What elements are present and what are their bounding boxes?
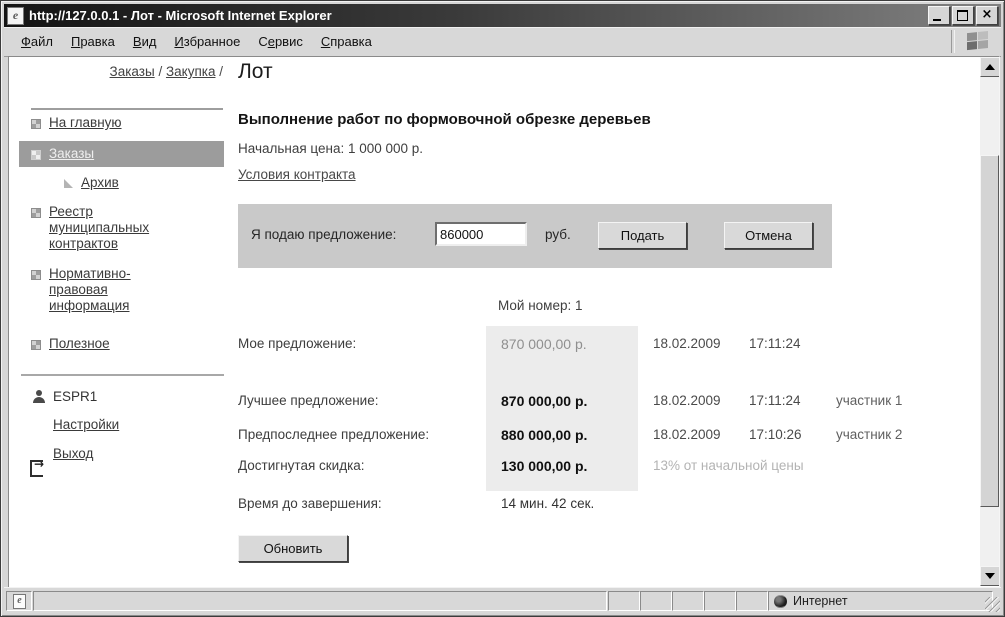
- row-time: 17:11:24: [749, 393, 801, 408]
- row-value: 130 000,00 р.: [501, 458, 588, 474]
- window-title: http://127.0.0.1 - Лот - Microsoft Inter…: [29, 8, 332, 23]
- bullet-icon: [31, 270, 41, 280]
- status-message-panel: [33, 591, 607, 611]
- refresh-button[interactable]: Обновить: [238, 535, 348, 562]
- row-time: 17:10:26: [749, 427, 802, 442]
- sidebar-item-orders-selected[interactable]: Заказы: [19, 141, 224, 167]
- row-date: 18.02.2009: [653, 393, 721, 408]
- menu-divider: [951, 30, 955, 53]
- window-controls: ×: [928, 6, 998, 25]
- page-viewport: Заказы / Закупка / Лот На главную Заказы…: [8, 56, 1000, 589]
- table-row-second-bid: Предпоследнее предложение: 880 000,00 р.…: [9, 427, 999, 445]
- bid-amount-input[interactable]: [435, 222, 527, 246]
- globe-icon: [774, 594, 787, 608]
- bid-form: Я подаю предложение: руб. Подать Отмена: [238, 204, 832, 268]
- breadcrumb-separator: /: [158, 64, 163, 79]
- table-row-best-bid: Лучшее предложение: 870 000,00 р. 18.02.…: [9, 393, 999, 411]
- row-value: 880 000,00 р.: [501, 427, 588, 443]
- menu-help[interactable]: Справка: [312, 31, 381, 52]
- row-value: 870 000,00 р.: [501, 336, 587, 352]
- status-panel: [704, 591, 736, 611]
- status-panel: [640, 591, 672, 611]
- row-note: 13% от начальной цены: [653, 458, 804, 473]
- lot-title: Выполнение работ по формовочной обрезке …: [238, 111, 651, 128]
- currency-label: руб.: [545, 227, 571, 242]
- ie-page-icon: e: [7, 6, 24, 25]
- arrow-up-icon: [985, 64, 995, 70]
- scrollbar-thumb[interactable]: [980, 155, 999, 507]
- minimize-icon: [933, 19, 941, 21]
- status-bar: e Интернет: [4, 587, 1001, 613]
- breadcrumb: Заказы / Закупка /: [9, 64, 223, 79]
- scroll-up-button[interactable]: [980, 57, 999, 77]
- maximize-icon: [957, 10, 968, 21]
- bullet-icon: [31, 208, 41, 218]
- vertical-scrollbar[interactable]: [980, 57, 999, 586]
- zone-label: Интернет: [793, 594, 848, 608]
- sidebar-item-orders[interactable]: Заказы: [49, 146, 94, 162]
- row-label: Лучшее предложение:: [238, 393, 379, 408]
- submit-bid-button[interactable]: Подать: [598, 222, 687, 249]
- cancel-button[interactable]: Отмена: [724, 222, 813, 249]
- my-number-label: Мой номер: 1: [498, 298, 583, 313]
- row-label: Достигнутая скидка:: [238, 458, 365, 473]
- close-icon: ×: [981, 7, 993, 22]
- windows-logo-icon: [967, 30, 989, 52]
- sidebar-item-registry[interactable]: Реестр муниципальных контрактов: [49, 204, 167, 252]
- breadcrumb-link-orders[interactable]: Заказы: [110, 64, 155, 79]
- table-row-my-bid: Мое предложение: 870 000,00 р. 18.02.200…: [9, 336, 999, 354]
- sidebar-item-home[interactable]: На главную: [49, 115, 122, 131]
- row-value: 14 мин. 42 сек.: [501, 496, 595, 511]
- menu-edit[interactable]: Правка: [62, 31, 124, 52]
- ie-document-icon: e: [13, 594, 26, 609]
- table-row-time-left: Время до завершения: 14 мин. 42 сек.: [9, 496, 999, 514]
- sidebar-divider-top: [31, 108, 223, 110]
- menu-file[interactable]: Файл: [12, 31, 62, 52]
- menu-tools[interactable]: Сервис: [249, 31, 312, 52]
- breadcrumb-separator: /: [219, 64, 223, 79]
- security-zone-panel: Интернет: [768, 591, 993, 611]
- status-icon-panel: e: [6, 591, 32, 611]
- row-label: Время до завершения:: [238, 496, 382, 511]
- status-panel: [608, 591, 640, 611]
- sidebar-item-legal-info[interactable]: Нормативно-правовая информация: [49, 266, 161, 314]
- contract-terms-link[interactable]: Условия контракта: [238, 167, 356, 182]
- row-time: 17:11:24: [749, 336, 801, 351]
- browser-window: e http://127.0.0.1 - Лот - Microsoft Int…: [0, 0, 1005, 617]
- arrow-down-icon: [985, 573, 995, 579]
- row-label: Предпоследнее предложение:: [238, 427, 430, 442]
- row-date: 18.02.2009: [653, 336, 721, 351]
- start-price: Начальная цена: 1 000 000 р.: [238, 141, 424, 156]
- resize-grip[interactable]: [985, 597, 1000, 612]
- row-date: 18.02.2009: [653, 427, 721, 442]
- close-button[interactable]: ×: [976, 6, 998, 25]
- status-panel: [672, 591, 704, 611]
- sidebar-divider-bottom: [21, 374, 224, 376]
- minimize-button[interactable]: [928, 6, 950, 25]
- bullet-icon: [31, 150, 41, 160]
- scroll-down-button[interactable]: [980, 566, 999, 586]
- menu-view[interactable]: Вид: [124, 31, 166, 52]
- maximize-button[interactable]: [952, 6, 974, 25]
- row-participant: участник 2: [836, 427, 903, 442]
- sidebar-item-archive[interactable]: Архив: [81, 175, 119, 191]
- archive-triangle-icon: [64, 179, 73, 188]
- bid-input-label: Я подаю предложение:: [251, 227, 397, 242]
- page-title: Лот: [238, 60, 273, 83]
- table-row-discount: Достигнутая скидка: 130 000,00 р. 13% от…: [9, 458, 999, 476]
- menu-bar: Файл Правка Вид Избранное Сервис Справка: [4, 27, 1001, 57]
- bullet-icon: [31, 119, 41, 129]
- title-bar: e http://127.0.0.1 - Лот - Microsoft Int…: [4, 4, 1001, 27]
- breadcrumb-link-purchase[interactable]: Закупка: [166, 64, 216, 79]
- row-label: Мое предложение:: [238, 336, 357, 351]
- status-panel: [736, 591, 768, 611]
- row-participant: участник 1: [836, 393, 903, 408]
- menu-favorites[interactable]: Избранное: [165, 31, 249, 52]
- row-value: 870 000,00 р.: [501, 393, 588, 409]
